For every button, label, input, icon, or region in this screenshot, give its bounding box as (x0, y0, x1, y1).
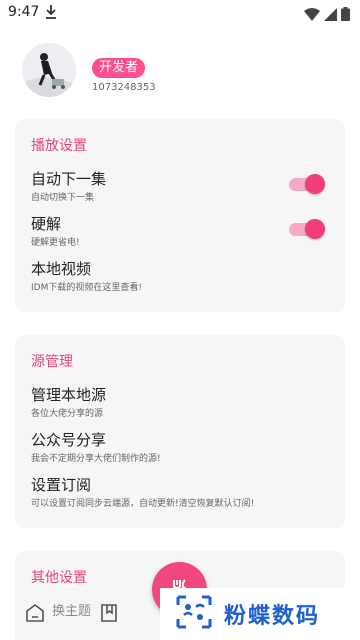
source-management-card: 源管理 管理本地源 各位大佬分享的源 公众号分享 我会不定期分享大佬们制作的源!… (15, 335, 345, 528)
avatar[interactable] (22, 43, 76, 97)
item-subtitle: 我会不定期分享大佬们制作的源! (31, 454, 161, 464)
profile-header: 开发者 1073248353 (0, 40, 360, 110)
wifi-icon (304, 6, 320, 25)
toggle-thumb (305, 219, 325, 239)
item-title: 本地视频 (31, 260, 92, 278)
signal-icon (324, 6, 337, 25)
role-badge: 开发者 (92, 58, 146, 78)
card-title: 播放设置 (31, 138, 87, 154)
battery-icon (341, 6, 350, 25)
user-id: 1073248353 (92, 82, 156, 93)
item-title: 设置订阅 (31, 476, 92, 494)
item-subtitle: IDM下载的视频在这里查看! (31, 283, 142, 293)
item-title: 管理本地源 (31, 386, 107, 404)
download-icon (44, 4, 58, 24)
item-title: 自动下一集 (31, 170, 107, 188)
status-bar: 9:47 (0, 0, 360, 26)
status-time: 9:47 (8, 4, 40, 20)
item-subtitle: 硬解更省电! (31, 238, 80, 248)
watermark: 粉蝶数码 (160, 588, 360, 640)
watermark-text: 粉蝶数码 (224, 604, 321, 629)
card-title: 源管理 (31, 354, 73, 370)
home-icon[interactable] (24, 602, 46, 628)
watermark-logo-icon (174, 593, 214, 635)
hardware-decode-toggle[interactable] (289, 219, 325, 239)
item-subtitle: 各位大佬分享的源 (31, 409, 104, 419)
playback-settings-card: 播放设置 自动下一集 自动切换下一集 硬解 硬解更省电! 本地视频 IDM下载的… (15, 119, 345, 312)
bookmark-icon[interactable] (98, 602, 120, 628)
auto-next-toggle[interactable] (289, 174, 325, 194)
item-title: 公众号分享 (31, 431, 107, 449)
item-subtitle: 自动切换下一集 (31, 193, 95, 203)
toggle-thumb (305, 174, 325, 194)
item-title: 硬解 (31, 215, 62, 233)
change-theme-label: 换主题 (52, 604, 92, 619)
item-subtitle: 可以设置订阅同步云端源，自动更新!清空恢复默认订阅! (31, 499, 255, 509)
